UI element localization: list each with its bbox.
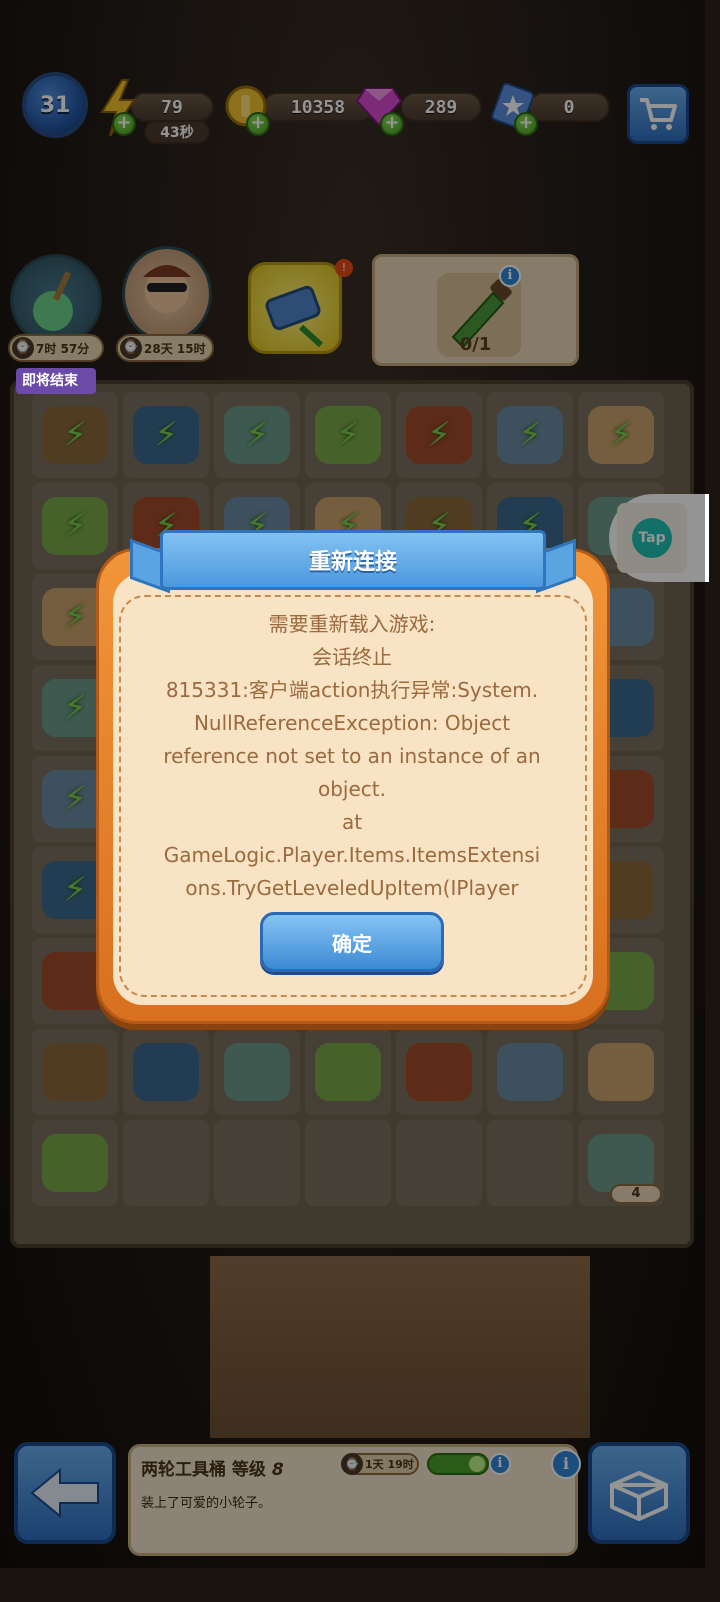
message-line: object.	[318, 777, 386, 801]
message-line: GameLogic.Player.Items.ItemsExtensi	[163, 843, 541, 867]
message-line: 会话终止	[312, 645, 392, 669]
dialog-title: 重新连接	[308, 550, 397, 575]
message-line: ons.TryGetLeveledUpItem(IPlayer	[185, 876, 519, 900]
message-line: 815331:客户端action执行异常:System.	[165, 678, 539, 702]
ending-soon-banner: 即将结束	[16, 368, 96, 394]
message-line: reference not set to an instance of an	[163, 744, 541, 768]
message-line: 需要重新载入游戏:	[268, 612, 436, 636]
message-line: at	[341, 810, 363, 834]
dialog-message: 需要重新载入游戏: 会话终止 815331:客户端action执行异常:Syst…	[130, 608, 574, 905]
dialog-title-ribbon: 重新连接	[160, 530, 546, 590]
message-line: NullReferenceException: Object	[193, 711, 511, 735]
confirm-button[interactable]: 确定	[260, 912, 444, 972]
